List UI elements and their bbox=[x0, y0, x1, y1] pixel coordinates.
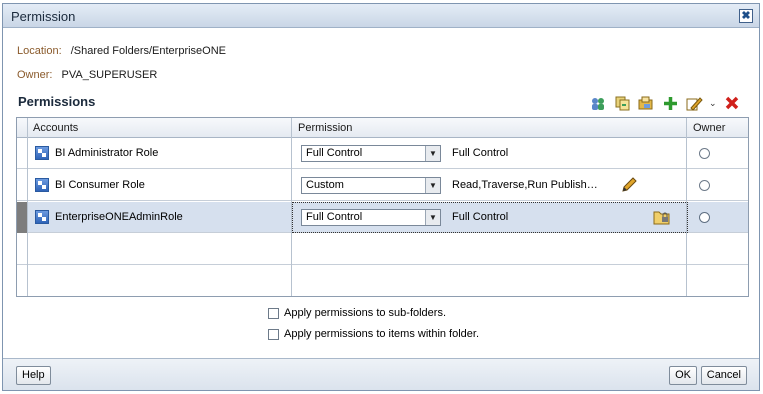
table-row-empty bbox=[17, 234, 748, 265]
locked-folder-icon[interactable] bbox=[653, 209, 671, 228]
owner-radio[interactable] bbox=[699, 180, 710, 191]
owner-radio[interactable] bbox=[699, 148, 710, 159]
accounts-column-header[interactable]: Accounts bbox=[27, 118, 78, 138]
table-row[interactable]: BI Consumer Role Custom ▼ Read,Traverse,… bbox=[17, 170, 748, 201]
close-icon[interactable]: ✖ bbox=[739, 9, 753, 23]
owner-radio[interactable] bbox=[699, 212, 710, 223]
account-name: BI Consumer Role bbox=[55, 179, 145, 191]
edit-icon[interactable] bbox=[685, 95, 703, 111]
cancel-button[interactable]: Cancel bbox=[700, 366, 747, 385]
permission-select-value: Custom bbox=[306, 179, 344, 191]
account-cell: EnterpriseONEAdminRole bbox=[35, 210, 183, 224]
table-header: Accounts Permission Owner bbox=[17, 118, 748, 138]
dialog-title: Permission bbox=[11, 9, 76, 24]
ok-button[interactable]: OK bbox=[669, 366, 697, 385]
permissions-table: Accounts Permission Owner BI Administrat… bbox=[16, 117, 749, 297]
apply-items-label: Apply permissions to items within folder… bbox=[284, 328, 480, 340]
location-label: Location: bbox=[17, 45, 62, 57]
paste-permissions-icon[interactable] bbox=[637, 95, 655, 111]
help-button[interactable]: Help bbox=[16, 366, 51, 385]
owner-value: PVA_SUPERUSER bbox=[61, 69, 158, 81]
account-cell: BI Consumer Role bbox=[35, 178, 145, 192]
account-cell: BI Administrator Role bbox=[35, 146, 158, 160]
permission-select-value: Full Control bbox=[306, 211, 363, 223]
column-divider bbox=[291, 118, 292, 296]
permissions-heading: Permissions bbox=[18, 94, 96, 109]
owner-column-header[interactable]: Owner bbox=[687, 118, 725, 138]
owner-line: Owner: PVA_SUPERUSER bbox=[17, 69, 157, 81]
permission-select-value: Full Control bbox=[306, 147, 363, 159]
role-icon bbox=[35, 210, 49, 224]
apply-items-option[interactable]: Apply permissions to items within folder… bbox=[268, 328, 479, 340]
permissions-toolbar: ⌄ bbox=[589, 94, 741, 112]
permission-select[interactable]: Full Control ▼ bbox=[301, 209, 441, 226]
column-divider bbox=[686, 118, 687, 296]
permission-description: Full Control bbox=[452, 147, 509, 159]
permission-dialog: Permission ✖ Location: /Shared Folders/E… bbox=[2, 3, 760, 391]
owner-label: Owner: bbox=[17, 69, 53, 81]
account-name: BI Administrator Role bbox=[55, 147, 159, 159]
dropdown-arrow-icon[interactable]: ▼ bbox=[425, 210, 440, 225]
dialog-footer: Help OK Cancel bbox=[3, 358, 759, 390]
dropdown-chevron-icon[interactable]: ⌄ bbox=[709, 98, 717, 109]
apply-subfolders-checkbox[interactable] bbox=[268, 307, 279, 319]
apply-items-checkbox[interactable] bbox=[268, 328, 279, 340]
permission-description: Read,Traverse,Run Publish… bbox=[452, 179, 598, 191]
location-value: /Shared Folders/EnterpriseONE bbox=[70, 45, 227, 57]
pencil-icon[interactable] bbox=[621, 177, 637, 196]
permission-description: Full Control bbox=[452, 211, 509, 223]
dropdown-arrow-icon[interactable]: ▼ bbox=[425, 178, 440, 193]
permission-column-header[interactable]: Permission bbox=[292, 118, 352, 138]
role-icon bbox=[35, 146, 49, 160]
role-icon bbox=[35, 178, 49, 192]
table-row-selected[interactable]: EnterpriseONEAdminRole Full Control ▼ Fu… bbox=[17, 202, 748, 233]
account-name: EnterpriseONEAdminRole bbox=[55, 211, 183, 223]
row-selection-handle bbox=[17, 202, 27, 233]
copy-permissions-icon[interactable] bbox=[613, 95, 631, 111]
location-line: Location: /Shared Folders/EnterpriseONE bbox=[17, 45, 226, 57]
add-icon[interactable] bbox=[661, 95, 679, 111]
column-divider bbox=[27, 118, 28, 296]
dropdown-arrow-icon[interactable]: ▼ bbox=[425, 146, 440, 161]
permission-select[interactable]: Full Control ▼ bbox=[301, 145, 441, 162]
apply-subfolders-label: Apply permissions to sub-folders. bbox=[284, 307, 447, 319]
table-row-empty bbox=[17, 266, 748, 297]
permission-select[interactable]: Custom ▼ bbox=[301, 177, 441, 194]
table-row[interactable]: BI Administrator Role Full Control ▼ Ful… bbox=[17, 138, 748, 169]
apply-subfolders-option[interactable]: Apply permissions to sub-folders. bbox=[268, 307, 446, 319]
add-users-icon[interactable] bbox=[589, 95, 607, 111]
dialog-titlebar: Permission ✖ bbox=[3, 4, 759, 28]
delete-icon[interactable] bbox=[723, 95, 741, 111]
